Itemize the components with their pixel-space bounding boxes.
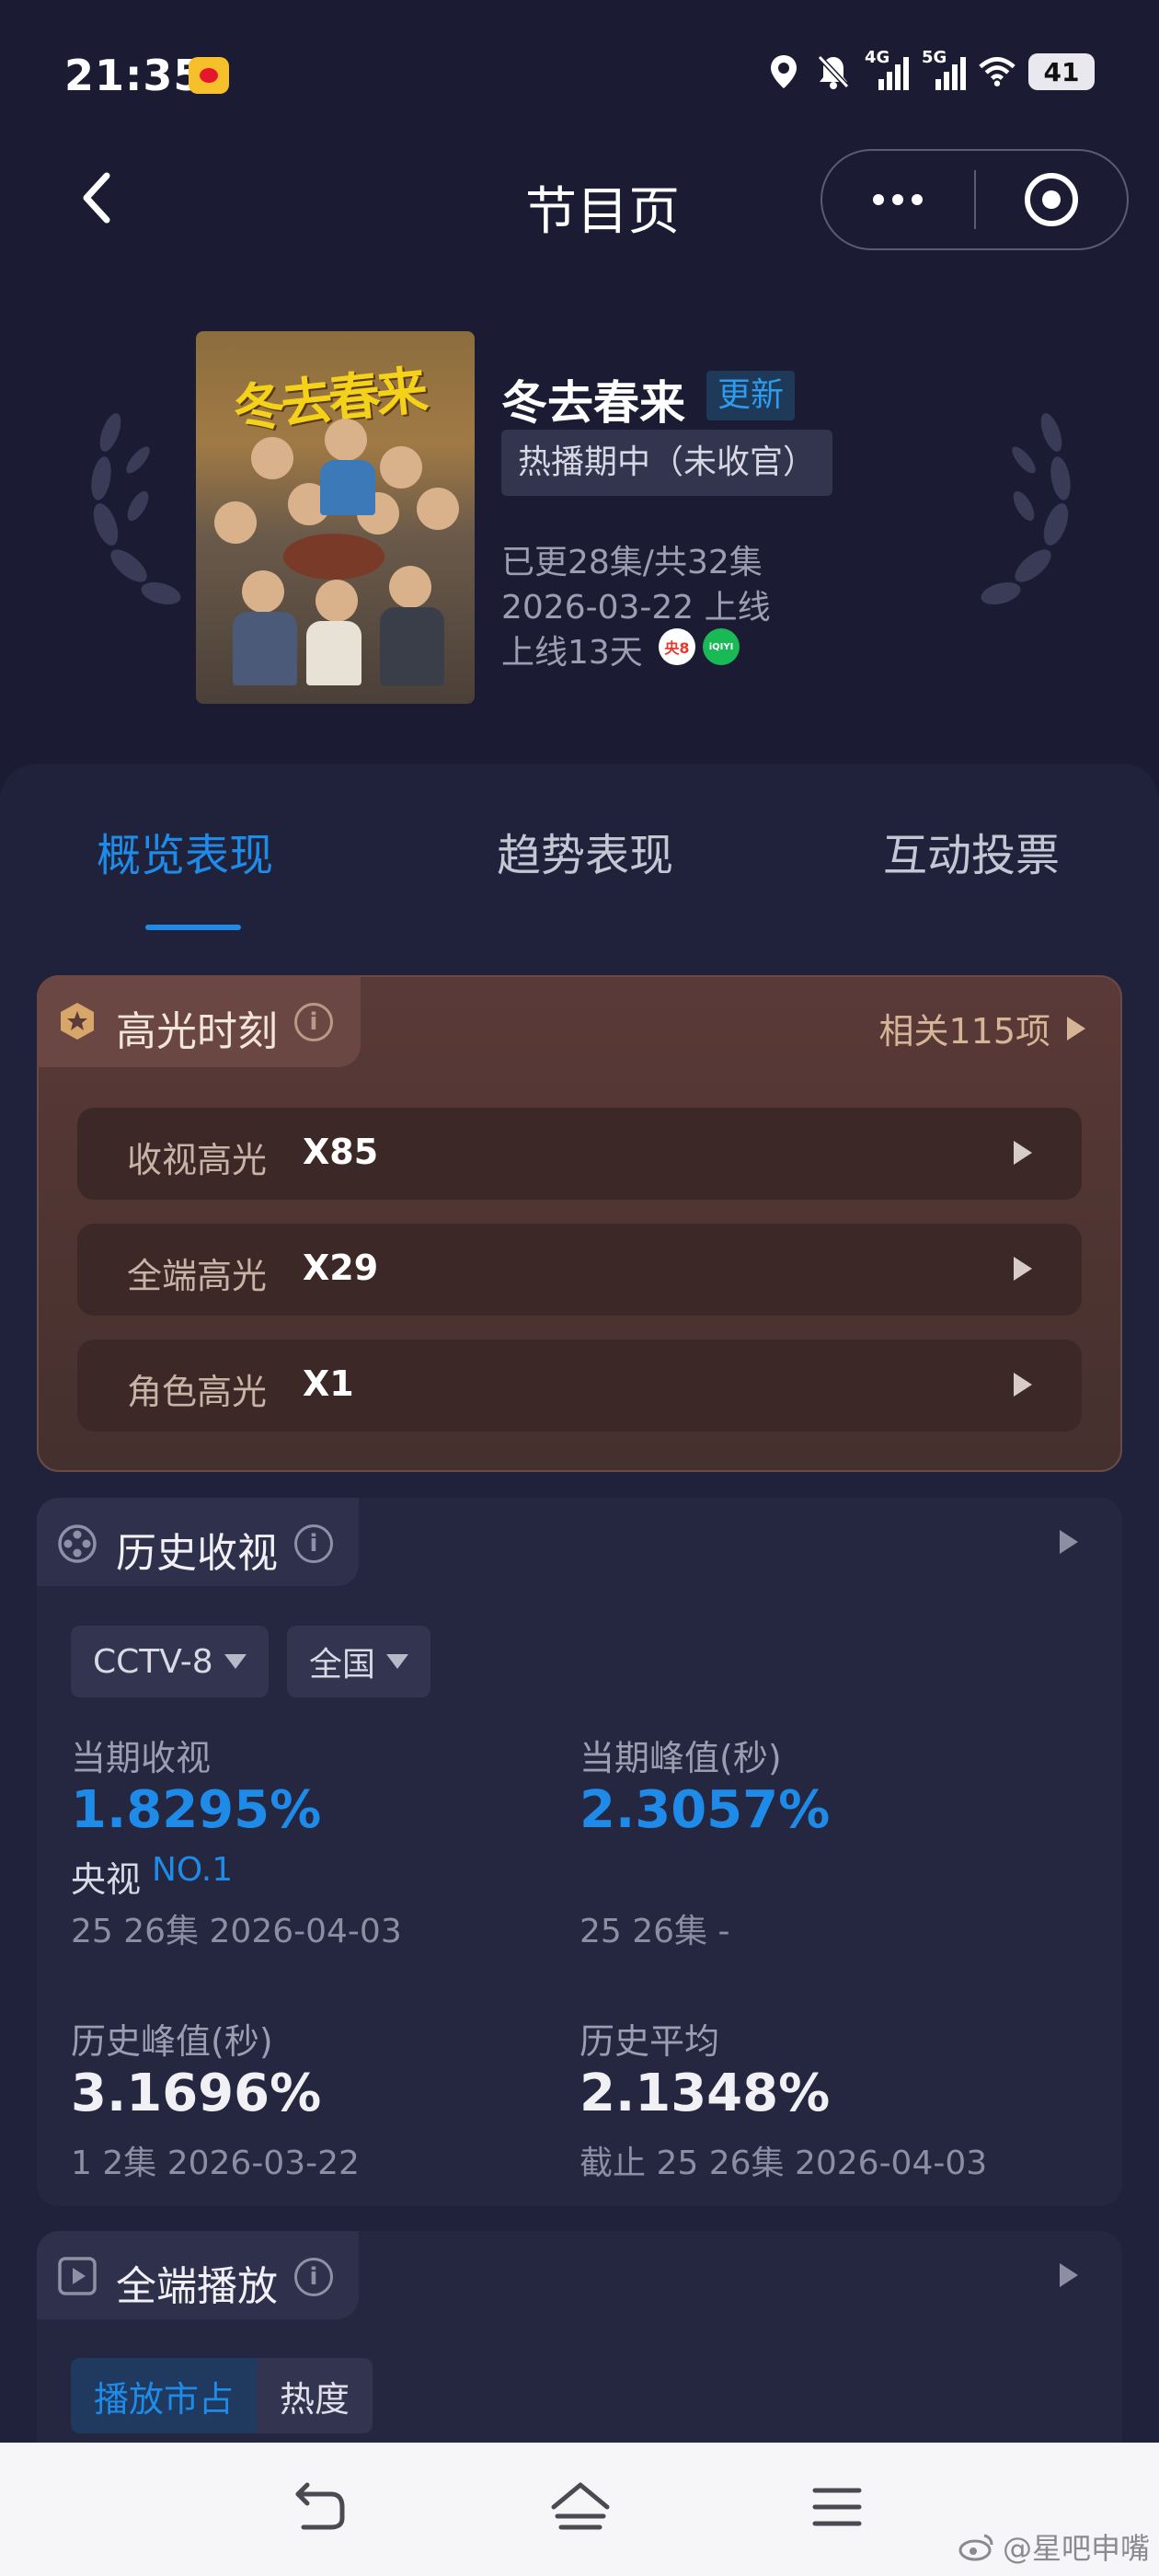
- play-arrow-icon: [1014, 1141, 1032, 1165]
- play-arrow-icon: [1014, 1257, 1032, 1281]
- tab-overview[interactable]: 概览表现: [97, 819, 273, 883]
- current-rank: NO.1: [152, 1851, 234, 1889]
- history-title: 历史收视: [116, 1530, 278, 1577]
- weibo-icon: [189, 57, 229, 94]
- episode-count: 已更28集/共32集: [501, 544, 763, 581]
- highlight-row-role[interactable]: 角色高光 X1: [77, 1340, 1082, 1432]
- history-peak-label: 历史峰值(秒): [71, 2021, 273, 2062]
- back-icon[interactable]: [293, 2481, 348, 2536]
- signal-4g-icon: 4G: [865, 48, 909, 90]
- current-rating-label: 当期收视: [71, 1738, 212, 1778]
- more-dots-icon: [873, 194, 885, 205]
- wifi-icon: [979, 53, 1016, 90]
- status-time: 21:35: [64, 51, 204, 100]
- chevron-right-icon: [1067, 1016, 1085, 1041]
- history-avg-note: 截止 25 26集 2026-04-03: [580, 2145, 988, 2182]
- history-peak-note: 1 2集 2026-03-22: [71, 2145, 360, 2182]
- film-reel-icon: [57, 1524, 98, 1568]
- current-peak-label: 当期峰值(秒): [580, 1738, 782, 1778]
- highlight-row-rating[interactable]: 收视高光 X85: [77, 1108, 1082, 1200]
- caret-down-icon: [224, 1654, 247, 1669]
- channel-dropdown[interactable]: CCTV-8: [71, 1626, 269, 1697]
- chevron-left-icon: [83, 172, 110, 224]
- airing-status: 热播期中（未收官）: [501, 430, 833, 496]
- show-title: 冬去春来: [501, 376, 685, 430]
- weibo-logo-icon: [958, 2534, 993, 2561]
- highlight-row-label: 角色高光: [127, 1372, 268, 1412]
- cctv8-channel-icon: 央8: [659, 628, 695, 665]
- play-square-icon: [57, 2256, 98, 2300]
- badge-star-icon: [57, 1001, 98, 1045]
- battery-icon: 41: [1028, 53, 1095, 90]
- current-peak-value: 2.3057%: [580, 1780, 831, 1840]
- playback-more-arrow-icon[interactable]: [1060, 2263, 1078, 2287]
- watermark-text: @星吧申嘴: [1002, 2531, 1150, 2566]
- segment-heat[interactable]: 热度: [257, 2358, 373, 2433]
- highlight-row-label: 全端高光: [127, 1256, 268, 1296]
- play-arrow-icon: [1014, 1373, 1032, 1397]
- history-avg-label: 历史平均: [580, 2021, 720, 2062]
- watermark: @星吧申嘴: [958, 2525, 1150, 2568]
- history-more-arrow-icon[interactable]: [1060, 1530, 1078, 1554]
- more-button[interactable]: [822, 151, 974, 248]
- region-dropdown[interactable]: 全国: [287, 1626, 431, 1697]
- current-rating-value: 1.8295%: [71, 1780, 322, 1840]
- history-avg-value: 2.1348%: [580, 2064, 831, 2123]
- current-peak-note: 25 26集 -: [580, 1913, 730, 1950]
- show-poster[interactable]: 冬去春来: [196, 331, 475, 704]
- channel-dropdown-value: CCTV-8: [93, 1642, 213, 1681]
- release-date: 2026-03-22 上线: [501, 589, 771, 627]
- status-icons: 4G 5G 41: [765, 48, 1095, 90]
- highlight-row-value: X85: [303, 1132, 379, 1172]
- highlight-related-link[interactable]: 相关115项: [878, 1003, 1085, 1053]
- active-tab-indicator: [145, 925, 241, 930]
- highlight-row-allplatform[interactable]: 全端高光 X29: [77, 1224, 1082, 1316]
- target-icon: [1024, 173, 1078, 226]
- menu-icon[interactable]: [811, 2485, 863, 2533]
- highlight-row-value: X29: [303, 1248, 379, 1288]
- highlight-row-label: 收视高光: [127, 1140, 268, 1180]
- mini-program-capsule: [820, 149, 1129, 250]
- history-info-icon[interactable]: i: [294, 1524, 333, 1563]
- highlight-title: 高光时刻: [116, 1008, 278, 1055]
- highlight-related-label: 相关115项: [878, 1011, 1050, 1052]
- bell-off-icon: [815, 53, 852, 90]
- update-badge: 更新: [706, 371, 796, 420]
- segment-market-share[interactable]: 播放市占: [71, 2358, 257, 2433]
- iqiyi-platform-icon: iQIYI: [703, 628, 740, 665]
- playback-info-icon[interactable]: i: [294, 2258, 333, 2296]
- caret-down-icon: [386, 1654, 409, 1669]
- tab-trend[interactable]: 趋势表现: [497, 819, 673, 883]
- home-icon[interactable]: [550, 2479, 611, 2536]
- back-button[interactable]: [74, 170, 120, 225]
- current-rank-prefix: 央视: [71, 1859, 142, 1900]
- highlight-row-value: X1: [303, 1363, 354, 1404]
- region-dropdown-value: 全国: [309, 1646, 376, 1684]
- days-online: 上线13天: [501, 634, 643, 672]
- history-peak-value: 3.1696%: [71, 2064, 322, 2123]
- close-mini-program-button[interactable]: [976, 151, 1128, 248]
- location-icon: [765, 53, 802, 90]
- laurel-right-icon: [978, 405, 1088, 626]
- tab-vote[interactable]: 互动投票: [883, 819, 1060, 883]
- playback-title: 全端播放: [116, 2263, 278, 2310]
- signal-5g-icon: 5G: [922, 48, 966, 90]
- current-rating-note: 25 26集 2026-04-03: [71, 1913, 402, 1950]
- laurel-left-icon: [74, 405, 184, 626]
- highlight-info-icon[interactable]: i: [294, 1003, 333, 1041]
